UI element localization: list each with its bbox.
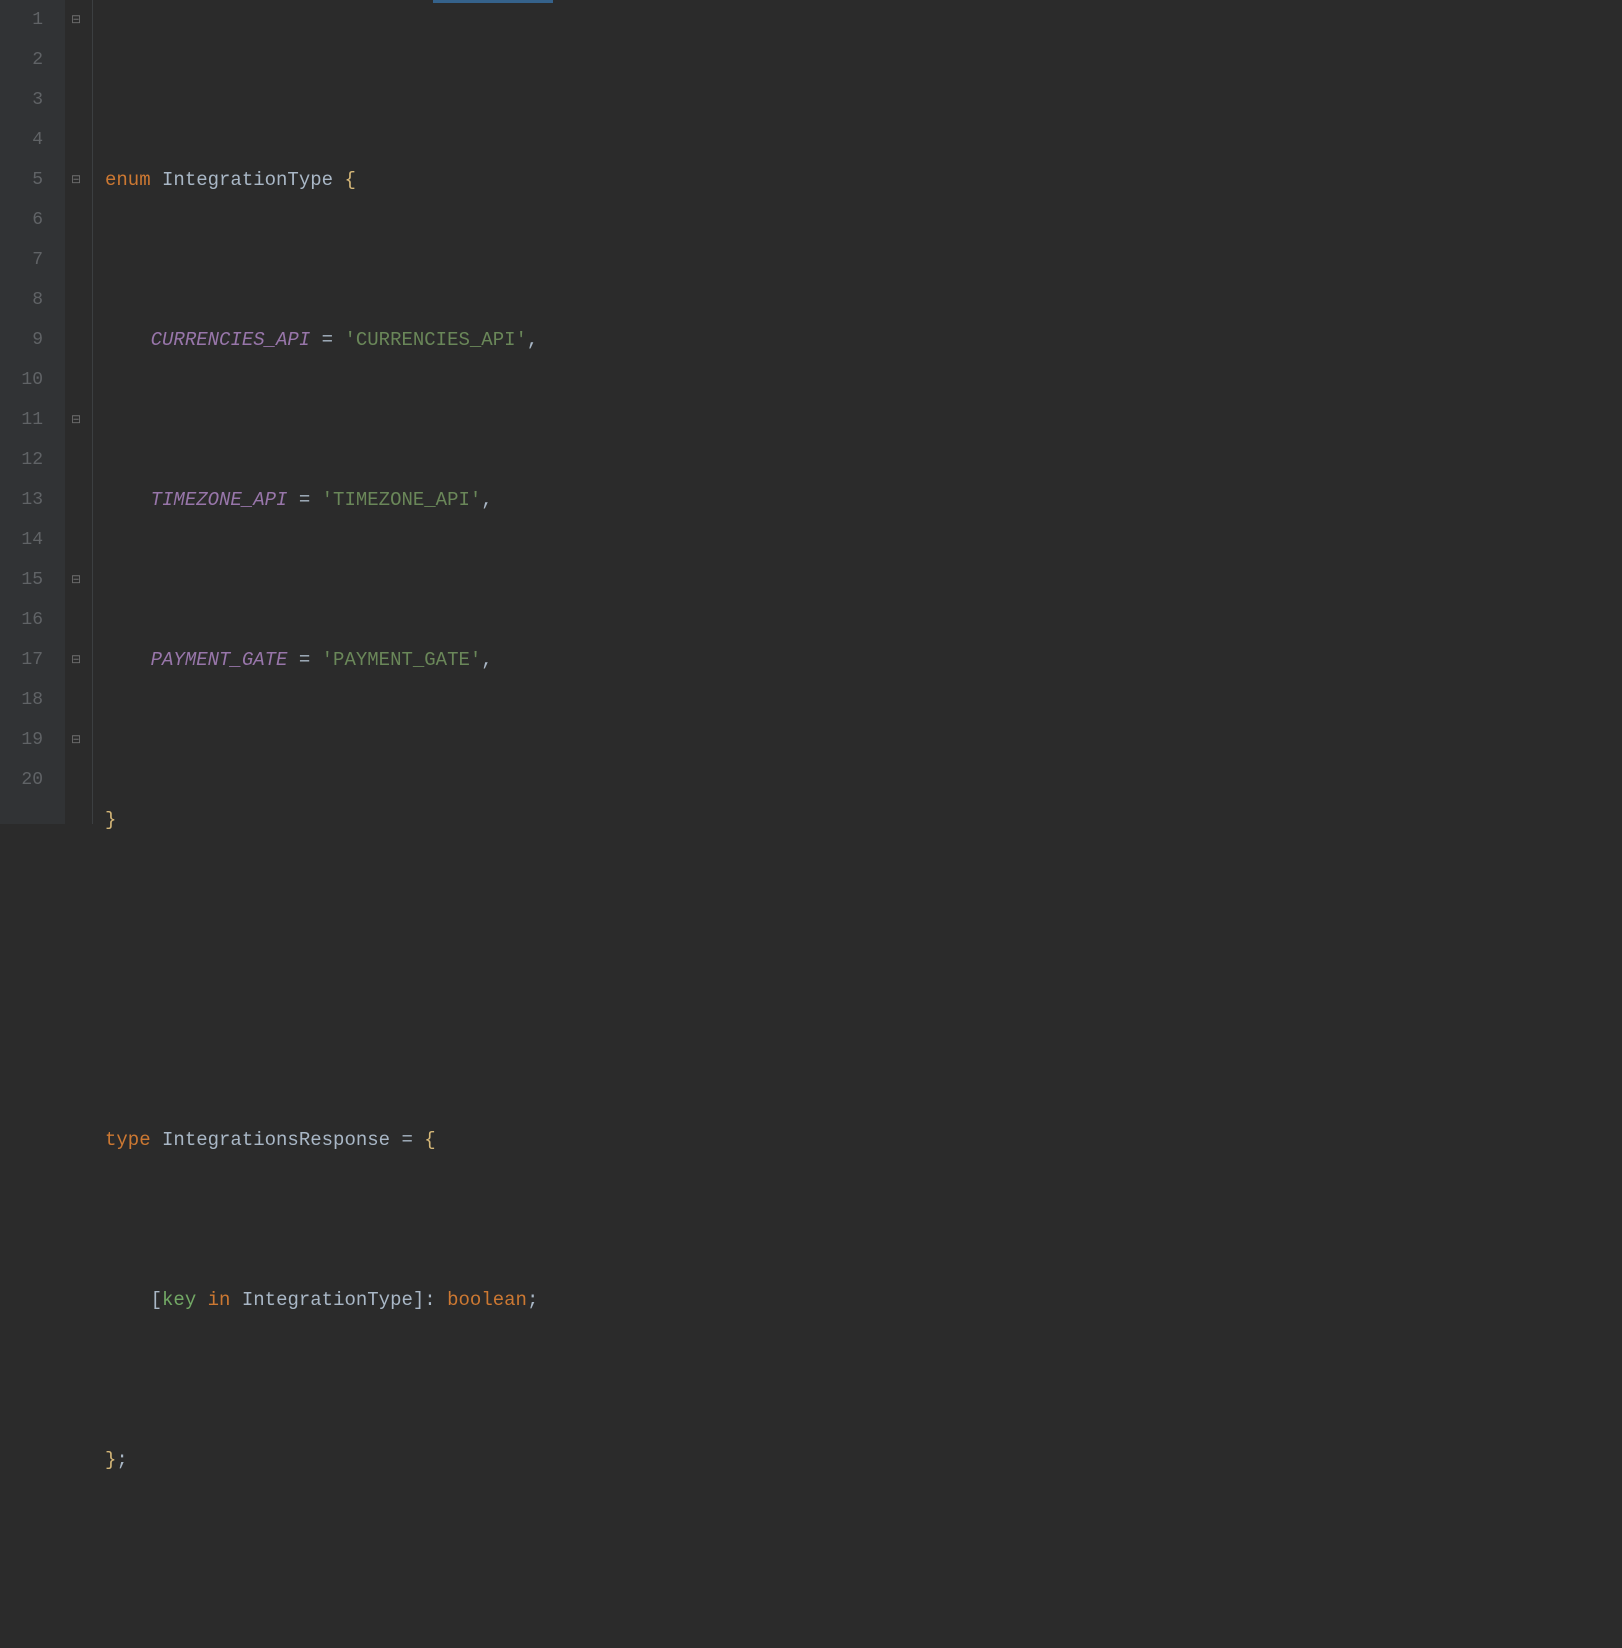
code-line[interactable]: enum IntegrationType { bbox=[105, 160, 1622, 200]
close-brace: } bbox=[105, 1449, 116, 1471]
keyword-enum: enum bbox=[105, 169, 151, 191]
line-number: 3 bbox=[0, 80, 43, 120]
enum-member: PAYMENT_GATE bbox=[151, 649, 288, 671]
line-number: 15 bbox=[0, 560, 43, 600]
code-line[interactable] bbox=[105, 1600, 1622, 1640]
string-literal: 'CURRENCIES_API' bbox=[344, 329, 526, 351]
code-line[interactable]: PAYMENT_GATE = 'PAYMENT_GATE', bbox=[105, 640, 1622, 680]
fold-close-icon[interactable]: ⊟ bbox=[69, 733, 83, 747]
fold-open-icon[interactable]: ⊟ bbox=[69, 653, 83, 667]
tab-indicator bbox=[433, 0, 553, 3]
fold-close-icon[interactable]: ⊟ bbox=[69, 173, 83, 187]
string-literal: 'TIMEZONE_API' bbox=[322, 489, 482, 511]
fold-close-icon[interactable]: ⊟ bbox=[69, 573, 83, 587]
open-brace: { bbox=[344, 169, 355, 191]
line-number: 18 bbox=[0, 680, 43, 720]
code-line[interactable]: CURRENCIES_API = 'CURRENCIES_API', bbox=[105, 320, 1622, 360]
close-brace: } bbox=[105, 809, 116, 831]
code-line[interactable] bbox=[105, 960, 1622, 1000]
type-name: IntegrationType bbox=[162, 169, 333, 191]
code-line[interactable]: TIMEZONE_API = 'TIMEZONE_API', bbox=[105, 480, 1622, 520]
line-number: 7 bbox=[0, 240, 43, 280]
string-literal: 'PAYMENT_GATE' bbox=[322, 649, 482, 671]
fold-open-icon[interactable]: ⊟ bbox=[69, 413, 83, 427]
code-line[interactable]: }; bbox=[105, 1440, 1622, 1480]
line-number: 4 bbox=[0, 120, 43, 160]
code-line[interactable]: type IntegrationsResponse = { bbox=[105, 1120, 1622, 1160]
line-number: 12 bbox=[0, 440, 43, 480]
line-number-gutter: 1 2 3 4 5 6 7 8 9 10 11 12 13 14 15 16 1… bbox=[0, 0, 65, 824]
line-number: 5 bbox=[0, 160, 43, 200]
line-number: 11 bbox=[0, 400, 43, 440]
open-brace: { bbox=[424, 1129, 435, 1151]
code-editor: 1 2 3 4 5 6 7 8 9 10 11 12 13 14 15 16 1… bbox=[0, 0, 1622, 824]
type-ref: IntegrationType bbox=[242, 1289, 413, 1311]
line-number: 2 bbox=[0, 40, 43, 80]
enum-member: CURRENCIES_API bbox=[151, 329, 311, 351]
mapped-key: key bbox=[162, 1289, 196, 1311]
type-name: IntegrationsResponse bbox=[162, 1129, 390, 1151]
line-number: 1 bbox=[0, 0, 43, 40]
line-number: 14 bbox=[0, 520, 43, 560]
code-line[interactable]: } bbox=[105, 800, 1622, 840]
code-content[interactable]: enum IntegrationType { CURRENCIES_API = … bbox=[93, 0, 1622, 824]
line-number: 16 bbox=[0, 600, 43, 640]
line-number: 9 bbox=[0, 320, 43, 360]
fold-gutter: ⊟ ⊟ ⊟ ⊟ ⊟ ⊟ bbox=[65, 0, 93, 824]
type-boolean: boolean bbox=[447, 1289, 527, 1311]
keyword-in: in bbox=[208, 1289, 231, 1311]
line-number: 8 bbox=[0, 280, 43, 320]
line-number: 17 bbox=[0, 640, 43, 680]
code-line[interactable]: [key in IntegrationType]: boolean; bbox=[105, 1280, 1622, 1320]
enum-member: TIMEZONE_API bbox=[151, 489, 288, 511]
fold-open-icon[interactable]: ⊟ bbox=[69, 13, 83, 27]
line-number: 13 bbox=[0, 480, 43, 520]
line-number: 6 bbox=[0, 200, 43, 240]
line-number: 19 bbox=[0, 720, 43, 760]
line-number: 10 bbox=[0, 360, 43, 400]
keyword-type: type bbox=[105, 1129, 151, 1151]
line-number: 20 bbox=[0, 760, 43, 800]
